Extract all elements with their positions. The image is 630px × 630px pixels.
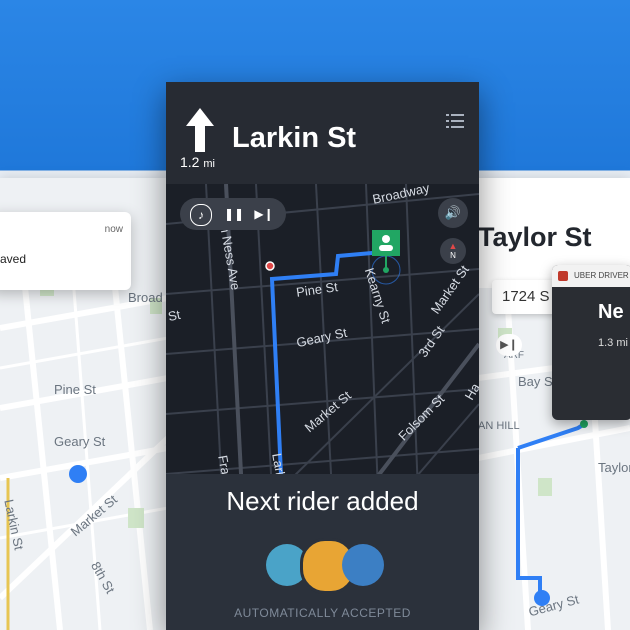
notification-time: now (104, 224, 123, 235)
skip-forward-icon[interactable]: ▶❙ (254, 204, 274, 224)
right-address-text: 1724 S (502, 288, 550, 305)
uber-logo-icon (558, 271, 568, 281)
uber-driver-label: UBER DRIVER (574, 271, 629, 280)
right-label-taylor: Taylor St (598, 460, 630, 475)
compass-icon[interactable]: ▲ N (440, 238, 466, 264)
next-rider-panel[interactable]: Next rider added AUTOMATICALLY ACCEPTED (166, 474, 479, 630)
next-rider-title: Next rider added (226, 486, 419, 516)
notification-card[interactable]: now aved (0, 212, 131, 290)
turn-distance: 1.2 mi (180, 154, 215, 170)
volume-icon[interactable]: 🔊 (438, 198, 468, 228)
right-label-hill: AN HILL (478, 420, 520, 432)
music-note-icon[interactable]: ♪ (190, 204, 212, 226)
uber-driver-card-header: UBER DRIVER (552, 265, 630, 287)
pause-icon[interactable]: ❚❚ (224, 204, 244, 224)
menu-list-icon[interactable] (446, 114, 464, 128)
left-label-geary: Geary St (54, 434, 106, 449)
rider-avatar-3 (342, 544, 384, 586)
turn-distance-unit: mi (203, 158, 215, 170)
uber-driver-card-title: Ne (598, 301, 624, 323)
left-label-broad: Broad (128, 290, 163, 305)
uber-driver-card[interactable]: UBER DRIVER Ne 1.3 mi (552, 265, 630, 420)
right-label-bay: Bay St (518, 374, 557, 389)
right-street-name: Taylor St (478, 222, 592, 252)
straight-arrow-icon (186, 108, 214, 152)
compass-letter: N (450, 251, 456, 260)
phone-screen: 1.2 mi Larkin St Broadway Kearny St Pine… (166, 82, 479, 630)
left-label-pine: Pine St (54, 382, 96, 397)
uber-driver-card-distance: 1.3 mi (598, 337, 628, 349)
turn-instruction-header: 1.2 mi Larkin St (166, 82, 479, 184)
left-location-marker (69, 465, 87, 483)
music-controls: ♪ ❚❚ ▶❙ (180, 198, 286, 230)
notification-text: aved (0, 252, 27, 266)
dropoff-marker (265, 261, 275, 271)
turn-street-name: Larkin St (232, 122, 357, 154)
auto-accepted-status: AUTOMATICALLY ACCEPTED (234, 606, 411, 620)
turn-distance-value: 1.2 (180, 154, 200, 170)
right-next-icon[interactable]: ▶❙ (496, 334, 522, 356)
